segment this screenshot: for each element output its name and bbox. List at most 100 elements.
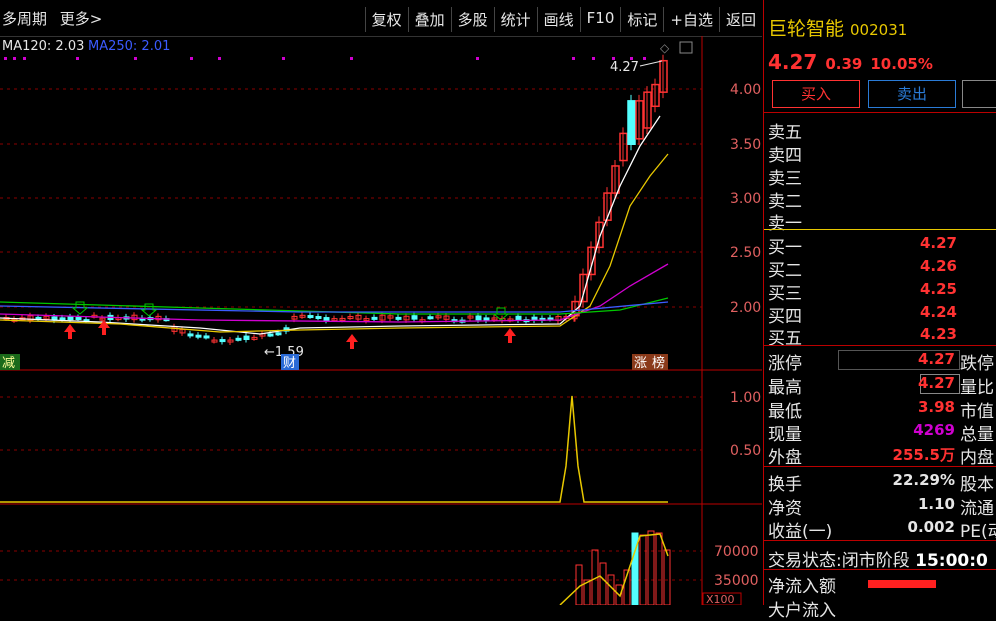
turnover-label: 换手 <box>768 475 802 495</box>
candle-body <box>195 334 202 338</box>
candle-series <box>3 54 668 346</box>
stock-code: 002031 <box>850 21 908 39</box>
adjust-button[interactable]: 复权 <box>364 7 408 32</box>
diamond-icon: ◇ <box>660 41 670 55</box>
bid1-label: 买一 <box>768 238 802 258</box>
tick-2.50: 2.50 <box>730 245 761 261</box>
ma250-legend: MA250: 2.01 <box>88 39 170 54</box>
bid3-price: 4.25 <box>919 280 957 298</box>
candle-body <box>371 316 378 320</box>
indicator-line <box>0 395 668 503</box>
tick-2.00: 2.00 <box>730 300 761 316</box>
signal-dots <box>4 57 646 60</box>
candle-body <box>75 317 82 321</box>
badge-reduce: 减 <box>2 356 15 371</box>
now-vol-label: 现量 <box>768 425 802 445</box>
share-cap-label: 股本 <box>960 475 994 495</box>
divider <box>764 540 996 541</box>
now-vol-value: 4269 <box>913 421 955 439</box>
limit-down-label: 跌停 <box>960 354 994 374</box>
low-label: 最低 <box>768 402 802 422</box>
volume-bars <box>559 530 671 605</box>
multi-period-button[interactable]: 多周期 <box>2 10 47 28</box>
limit-up-label: 涨停 <box>768 354 802 374</box>
tick-0.50: 0.50 <box>730 443 761 459</box>
panel-toggle-icon <box>679 41 693 54</box>
kline-chart[interactable]: 4.00 3.50 3.00 2.50 2.00 1.00 0.50 70000… <box>0 36 762 605</box>
volume-bar <box>639 534 647 605</box>
candle-body <box>203 335 210 339</box>
ask5-label: 卖五 <box>768 123 802 143</box>
tick-35000: 35000 <box>714 573 759 589</box>
price-pct: 10.05% <box>870 55 933 73</box>
tick-3.50: 3.50 <box>730 137 761 153</box>
more-button[interactable]: 更多> <box>60 10 103 28</box>
net-inflow-label: 净流入额 <box>768 577 836 597</box>
add-favorite-button[interactable]: +自选 <box>663 7 719 32</box>
vol-ratio-label: 量比 <box>960 378 994 398</box>
bid1-price: 4.27 <box>919 234 957 252</box>
ask1-label: 卖一 <box>768 214 802 234</box>
limit-up-value: 4.27 <box>917 350 955 368</box>
outer-value: 255.5万 <box>892 446 955 464</box>
divider <box>764 569 996 570</box>
ma-line-0 <box>0 115 661 335</box>
eps-value: 0.002 <box>907 518 955 536</box>
ask4-label: 卖四 <box>768 146 802 166</box>
extra-button[interactable] <box>962 80 996 108</box>
overlay-button[interactable]: 叠加 <box>407 7 451 32</box>
kline-chart-area[interactable]: 4.00 3.50 3.00 2.50 2.00 1.00 0.50 70000… <box>0 36 762 605</box>
multi-stock-button[interactable]: 多股 <box>450 7 494 32</box>
quote-panel: 巨轮智能 002031 4.27 0.39 10.05% 买入 卖出 卖五 卖四 卖三… <box>763 0 996 621</box>
stats-button[interactable]: 统计 <box>493 7 537 32</box>
sell-button[interactable]: 卖出 <box>868 80 956 108</box>
candle-body <box>411 315 418 320</box>
candle-body <box>483 317 490 321</box>
candle-body <box>427 316 434 320</box>
big-order-label: 大户流入 <box>768 601 836 621</box>
candle-body <box>515 315 522 321</box>
current-price: 4.27 <box>768 50 818 74</box>
volume-bar <box>647 530 655 605</box>
candle-body <box>475 315 482 321</box>
low-value: 3.98 <box>917 398 955 416</box>
volume-bar <box>599 562 607 605</box>
outer-label: 外盘 <box>768 448 802 468</box>
draw-line-button[interactable]: 画线 <box>536 7 580 32</box>
buy-button[interactable]: 买入 <box>772 80 860 108</box>
float-label: 流通 <box>960 499 994 519</box>
ma120-legend: MA120: 2.03 <box>2 39 84 54</box>
turnover-value: 22.29% <box>892 471 955 489</box>
candle-body <box>267 333 274 337</box>
candle-body <box>235 337 242 341</box>
nav-value: 1.10 <box>917 495 955 513</box>
high-price-label: 4.27 <box>610 60 639 75</box>
candle-body <box>627 100 636 145</box>
pe-label: PE(动 <box>960 522 996 542</box>
price-change: 0.39 <box>825 55 863 73</box>
nav-label: 净资 <box>768 499 802 519</box>
bid3-label: 买三 <box>768 284 802 304</box>
bid5-price: 4.23 <box>919 325 957 343</box>
volume-bar <box>663 549 671 605</box>
ask3-label: 卖三 <box>768 169 802 189</box>
divider <box>764 112 996 113</box>
f10-button[interactable]: F10 <box>579 7 621 32</box>
market-cap-label: 市值 <box>960 402 994 422</box>
trade-status: 交易状态:闭市阶段 15:00:0 <box>768 546 988 571</box>
bid2-label: 买二 <box>768 261 802 281</box>
candle-body <box>187 333 194 337</box>
badge-list: 榜 <box>652 355 665 371</box>
vol-unit-label: X100 <box>706 593 735 605</box>
candle-body <box>243 335 250 341</box>
total-vol-label: 总量 <box>960 425 994 445</box>
tick-3.00: 3.00 <box>730 191 761 207</box>
bid-ask-divider <box>764 229 996 230</box>
divider <box>764 345 996 346</box>
stock-header: 巨轮智能 002031 <box>768 14 907 41</box>
ma-lines <box>0 115 669 335</box>
candle-body <box>67 316 74 321</box>
mark-button[interactable]: 标记 <box>620 7 663 32</box>
back-button[interactable]: 返回 <box>718 7 762 32</box>
status-label: 交易状态: <box>768 551 842 571</box>
